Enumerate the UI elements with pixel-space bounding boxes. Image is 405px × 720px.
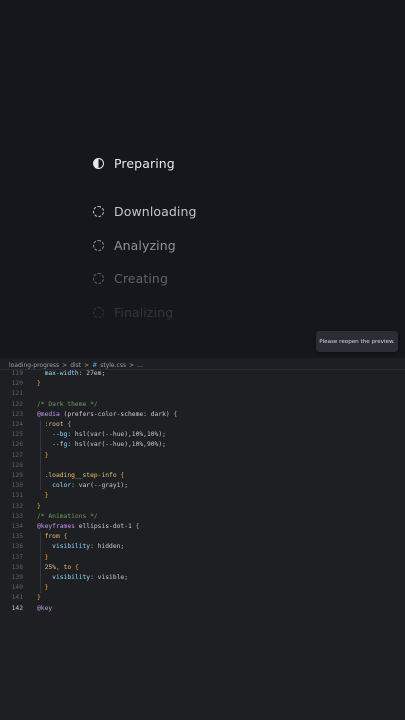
- code-text[interactable]: @keyframes ellipsis-dot-1 {: [37, 522, 139, 532]
- code-line[interactable]: 141}: [0, 593, 405, 603]
- dashed-circle-icon: [93, 205, 104, 217]
- code-line[interactable]: 142 @key: [0, 604, 405, 614]
- code-line[interactable]: 139 visibility: visible;: [0, 573, 405, 583]
- code-line[interactable]: 125 --bg: hsl(var(--hue),10%,10%);: [0, 430, 405, 440]
- code-text[interactable]: visibility: hidden;: [37, 542, 124, 552]
- chevron-right-icon: >: [84, 361, 90, 369]
- code-text[interactable]: }: [37, 553, 49, 563]
- dashed-circle-icon: [93, 272, 104, 284]
- line-number: 124: [11, 421, 23, 428]
- line-number: 128: [11, 461, 23, 469]
- code-text[interactable]: :root {: [37, 420, 72, 430]
- line-number: 126: [11, 441, 23, 449]
- code-line[interactable]: 132}: [0, 502, 405, 512]
- preview-panel: Preparing Downloading Analyzing Creating…: [0, 0, 405, 358]
- code-text[interactable]: }: [37, 451, 49, 461]
- step-finalizing: Finalizing: [93, 303, 173, 321]
- step-label: Finalizing: [114, 304, 174, 320]
- reopen-preview-toast[interactable]: Please reopen the preview.: [316, 331, 398, 352]
- code-line[interactable]: 138 25%, to {: [0, 563, 405, 573]
- code-line[interactable]: 126 --fg: hsl(var(--hue),10%,90%);: [0, 440, 405, 450]
- code-text[interactable]: }: [37, 379, 41, 389]
- line-number: 140: [11, 584, 23, 592]
- code-line[interactable]: 127 }: [0, 451, 405, 461]
- code-line[interactable]: 130 color: var(--gray1);: [0, 481, 405, 491]
- code-line[interactable]: 129 .loading__step-info {: [0, 471, 405, 481]
- line-number: 133: [11, 512, 23, 520]
- step-analyzing: Analyzing: [93, 236, 176, 254]
- code-text[interactable]: /* Dark theme */: [37, 400, 98, 410]
- code-line[interactable]: 121: [0, 389, 405, 399]
- code-text[interactable]: visibility: visible;: [37, 573, 128, 583]
- line-number: 129: [11, 472, 23, 479]
- code-text[interactable]: }: [37, 583, 49, 593]
- half-filled-circle-icon: [93, 157, 104, 169]
- code-text[interactable]: .loading__step-info {: [37, 471, 125, 481]
- line-number: 119: [11, 370, 23, 377]
- line-number: 137: [11, 553, 23, 561]
- code-text[interactable]: }: [37, 593, 41, 603]
- line-number: 132: [11, 502, 23, 510]
- code-line[interactable]: 122 /* Dark theme */: [0, 400, 405, 410]
- breadcrumb-folder[interactable]: loading-progress: [9, 362, 59, 369]
- code-line[interactable]: 140 }: [0, 583, 405, 593]
- code-text[interactable]: /* Animations */: [37, 512, 98, 522]
- line-number: 141: [11, 594, 23, 602]
- line-number: 120: [11, 380, 23, 388]
- line-number: 135: [11, 533, 23, 541]
- line-number: 122: [11, 400, 23, 408]
- code-line[interactable]: 120}: [0, 379, 405, 389]
- breadcrumb-symbol[interactable]: ...: [137, 362, 143, 369]
- code-text[interactable]: @key: [37, 604, 52, 614]
- code-line[interactable]: 133 /* Animations */: [0, 512, 405, 522]
- code-text[interactable]: max-width: 27em;: [37, 369, 106, 379]
- breadcrumb-file[interactable]: style.css: [100, 362, 126, 369]
- code-line[interactable]: 119 max-width: 27em;: [0, 369, 405, 379]
- code-text[interactable]: 25%, to {: [37, 563, 79, 573]
- line-number: 138: [11, 563, 23, 571]
- code-line[interactable]: 137 }: [0, 553, 405, 563]
- line-number: 125: [11, 431, 23, 439]
- step-creating: Creating: [93, 269, 168, 287]
- line-number: 127: [11, 451, 23, 459]
- css-file-icon: #: [92, 361, 98, 369]
- line-number: 142: [11, 604, 23, 612]
- chevron-right-icon: >: [129, 361, 135, 369]
- line-number: 131: [11, 492, 23, 500]
- line-number: 123: [11, 410, 23, 418]
- code-line[interactable]: 131 }: [0, 491, 405, 501]
- line-number: 130: [11, 482, 23, 490]
- dashed-circle-icon: [93, 306, 104, 318]
- line-number: 136: [11, 543, 23, 551]
- step-label: Preparing: [114, 155, 175, 171]
- chevron-right-icon: >: [62, 361, 68, 369]
- code-line[interactable]: 128: [0, 461, 405, 471]
- code-line[interactable]: 124 :root {: [0, 420, 405, 430]
- step-downloading: Downloading: [93, 202, 197, 220]
- step-label: Analyzing: [114, 237, 176, 253]
- code-text[interactable]: }: [37, 491, 49, 501]
- code-line[interactable]: 135 from {: [0, 532, 405, 542]
- code-line[interactable]: 123 @media (prefers-color-scheme: dark) {: [0, 410, 405, 420]
- line-number: 139: [11, 574, 23, 581]
- line-number: 134: [11, 523, 23, 530]
- code-text[interactable]: --bg: hsl(var(--hue),10%,10%);: [37, 430, 166, 440]
- code-line[interactable]: 136 visibility: hidden;: [0, 542, 405, 552]
- code-text[interactable]: @media (prefers-color-scheme: dark) {: [37, 410, 177, 420]
- step-label: Downloading: [114, 203, 197, 219]
- step-preparing: Preparing: [93, 154, 175, 172]
- code-text[interactable]: from {: [37, 532, 68, 542]
- breadcrumb-folder[interactable]: dist: [70, 362, 81, 369]
- dashed-circle-icon: [93, 239, 104, 251]
- step-label: Creating: [114, 270, 168, 286]
- code-text[interactable]: }: [37, 502, 41, 512]
- code-text[interactable]: color: var(--gray1);: [37, 481, 128, 491]
- code-line[interactable]: 134 @keyframes ellipsis-dot-1 {: [0, 522, 405, 532]
- line-number: 121: [11, 390, 23, 398]
- code-text[interactable]: --fg: hsl(var(--hue),10%,90%);: [37, 440, 166, 450]
